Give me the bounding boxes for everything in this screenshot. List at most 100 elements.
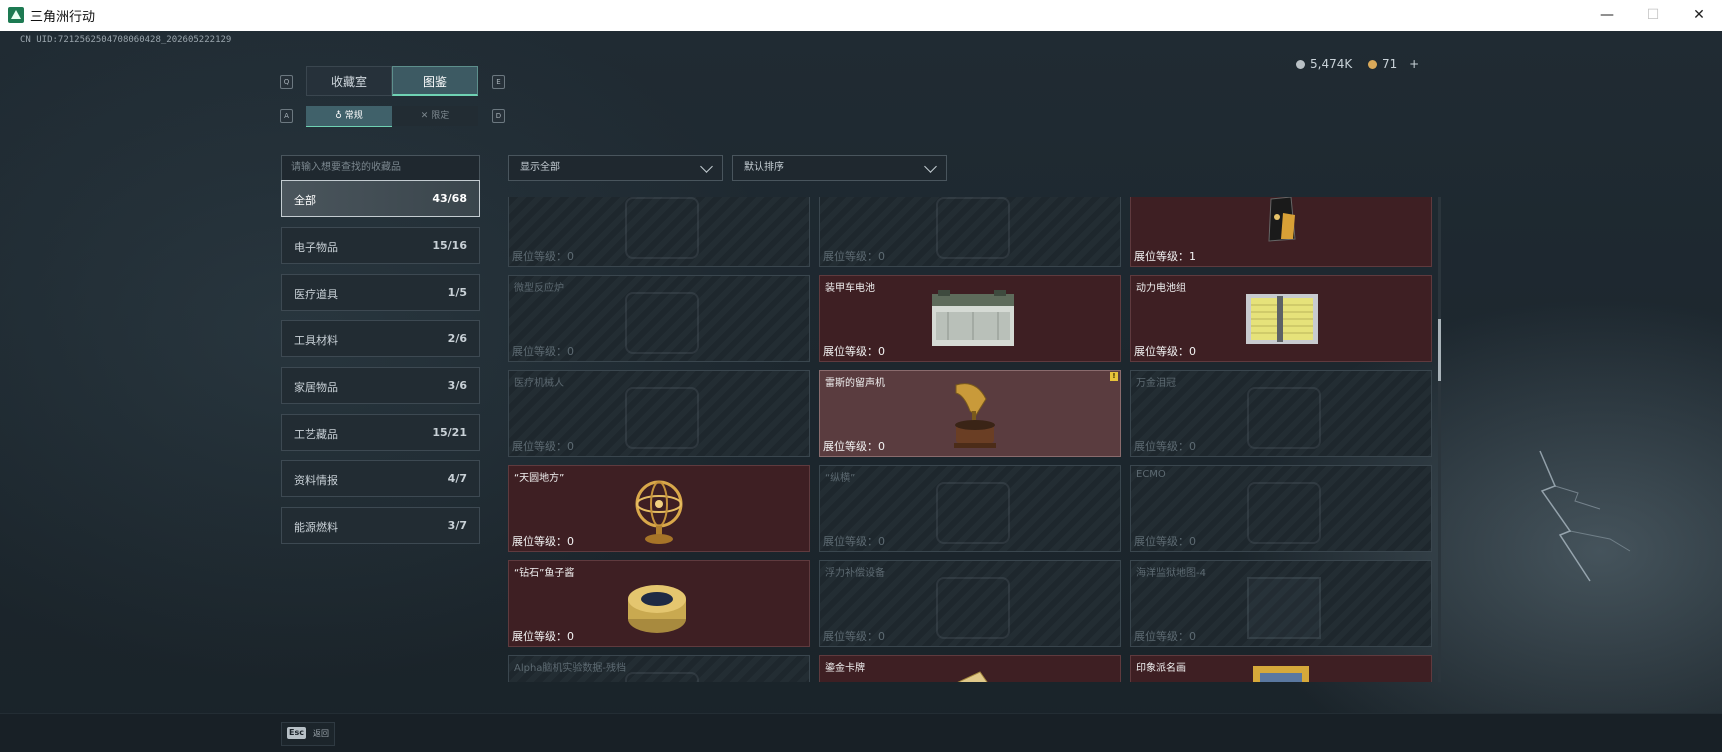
item-card[interactable]: 展位等级：1: [1130, 197, 1432, 267]
category-electronics[interactable]: 电子物品 15/16: [281, 227, 480, 264]
item-silhouette: [936, 197, 1010, 259]
item-card[interactable]: 医疗机械人 展位等级：0: [508, 370, 810, 457]
subtab-limited[interactable]: ✕ 限定: [392, 106, 478, 126]
item-silhouette: [625, 292, 699, 354]
category-intel[interactable]: 资料情报 4/7: [281, 460, 480, 497]
back-label: 返回: [313, 729, 329, 738]
subtab-regular[interactable]: ♁ 常规: [306, 106, 392, 127]
category-count: 2/6: [447, 332, 467, 345]
item-name: 浮力补偿设备: [825, 568, 885, 579]
item-name: 鎏金卡牌: [825, 663, 865, 674]
item-level: 展位等级：0: [823, 440, 885, 453]
category-label: 电子物品: [294, 241, 338, 254]
close-button[interactable]: ✕: [1676, 0, 1722, 31]
item-card[interactable]: “天圆地方” 展位等级：0: [508, 465, 810, 552]
gold-coin-icon: [1368, 60, 1377, 69]
item-level: 展位等级：0: [823, 250, 885, 263]
sort-dropdown[interactable]: 默认排序: [732, 155, 947, 181]
window-title: 三角洲行动: [30, 10, 96, 25]
item-silhouette: [936, 482, 1010, 544]
item-silhouette: [1247, 482, 1321, 544]
minimize-button[interactable]: —: [1584, 0, 1630, 31]
item-card[interactable]: 鎏金卡牌: [819, 655, 1121, 682]
item-card[interactable]: “纵横” 展位等级：0: [819, 465, 1121, 552]
gilded-card-icon: [957, 671, 988, 682]
grid-scrollbar[interactable]: [1438, 197, 1441, 682]
window-titlebar: 三角洲行动 — ☐ ✕: [0, 0, 1722, 32]
add-currency-button[interactable]: +: [1409, 57, 1419, 71]
lightning-decoration: [1539, 450, 1631, 582]
category-energy[interactable]: 能源燃料 3/7: [281, 507, 480, 544]
item-name: ECMO: [1136, 469, 1166, 480]
item-level: 展位等级：0: [512, 250, 574, 263]
crossed-swords-icon: ✕: [420, 111, 429, 121]
item-name: 动力电池组: [1136, 283, 1186, 294]
tab-catalog[interactable]: 图鉴: [392, 66, 478, 96]
item-card[interactable]: 浮力补偿设备 展位等级：0: [819, 560, 1121, 647]
item-card[interactable]: ! 雷斯的留声机 展位等级：0: [819, 370, 1121, 457]
subtab-limited-label: 限定: [431, 111, 450, 121]
category-tools[interactable]: 工具材料 2/6: [281, 320, 480, 357]
item-silhouette: [1247, 387, 1321, 449]
bag-icon: [1268, 197, 1296, 242]
category-label: 家居物品: [294, 381, 338, 394]
category-crafts[interactable]: 工艺藏品 15/21: [281, 414, 480, 451]
key-hint-e: E: [492, 75, 505, 89]
item-card[interactable]: Alpha脑机实验数据-残档: [508, 655, 810, 682]
maximize-button[interactable]: ☐: [1630, 0, 1676, 31]
item-card[interactable]: 展位等级：0: [819, 197, 1121, 267]
category-medical[interactable]: 医疗道具 1/5: [281, 274, 480, 311]
item-silhouette: [625, 197, 699, 259]
item-level: 展位等级：0: [1134, 630, 1196, 643]
item-card[interactable]: 装甲车电池 展位等级：0: [819, 275, 1121, 362]
category-label: 工具材料: [294, 334, 338, 347]
app-logo-icon: [8, 7, 24, 23]
category-label: 全部: [294, 194, 316, 207]
item-level: 展位等级：1: [1134, 250, 1196, 263]
item-level: 展位等级：0: [512, 440, 574, 453]
item-silhouette: [625, 387, 699, 449]
category-count: 43/68: [432, 192, 467, 205]
gramophone-icon: [954, 383, 996, 448]
item-card[interactable]: ECMO 展位等级：0: [1130, 465, 1432, 552]
chevron-down-icon: [700, 160, 713, 173]
item-card[interactable]: “钻石”鱼子酱 展位等级：0: [508, 560, 810, 647]
item-name: 医疗机械人: [514, 378, 564, 389]
category-count: 4/7: [447, 472, 467, 485]
item-level: 展位等级：0: [823, 535, 885, 548]
category-label: 医疗道具: [294, 288, 338, 301]
category-count: 1/5: [447, 286, 467, 299]
item-card[interactable]: 印象派名画: [1130, 655, 1432, 682]
subtab-regular-label: 常规: [344, 111, 363, 121]
category-count: 3/7: [447, 519, 467, 532]
item-name: “天圆地方”: [514, 473, 565, 484]
category-count: 15/21: [432, 426, 467, 439]
painting-icon: [1253, 666, 1309, 682]
category-label: 能源燃料: [294, 521, 338, 534]
item-name: 印象派名画: [1136, 663, 1186, 674]
item-card[interactable]: 动力电池组 展位等级：0: [1130, 275, 1432, 362]
tab-collection-room[interactable]: 收藏室: [306, 66, 392, 96]
bottom-bar: [0, 713, 1722, 752]
item-level: 展位等级：0: [1134, 440, 1196, 453]
category-household[interactable]: 家居物品 3/6: [281, 367, 480, 404]
item-card[interactable]: 海洋监狱地图-4 展位等级：0: [1130, 560, 1432, 647]
silver-amount: 5,474K: [1310, 57, 1353, 71]
item-card[interactable]: 微型反应炉 展位等级：0: [508, 275, 810, 362]
grid-scrollbar-thumb[interactable]: [1438, 319, 1441, 381]
key-hint-a: A: [280, 109, 293, 123]
item-name: 海洋监狱地图-4: [1136, 568, 1206, 579]
category-all[interactable]: 全部 43/68: [281, 180, 480, 217]
item-name: Alpha脑机实验数据-残档: [514, 663, 627, 674]
filter-dropdown[interactable]: 显示全部: [508, 155, 723, 181]
item-card[interactable]: 万金泪冠 展位等级：0: [1130, 370, 1432, 457]
category-count: 3/6: [447, 379, 467, 392]
search-input[interactable]: 请输入想要查找的收藏品: [281, 155, 480, 181]
item-name: 装甲车电池: [825, 283, 875, 294]
item-card[interactable]: 展位等级：0: [508, 197, 810, 267]
item-name: 万金泪冠: [1136, 378, 1176, 389]
item-name: 微型反应炉: [514, 283, 564, 294]
category-label: 工艺藏品: [294, 428, 338, 441]
armillary-sphere-icon: [635, 480, 683, 544]
back-button[interactable]: Esc 返回: [281, 722, 335, 746]
